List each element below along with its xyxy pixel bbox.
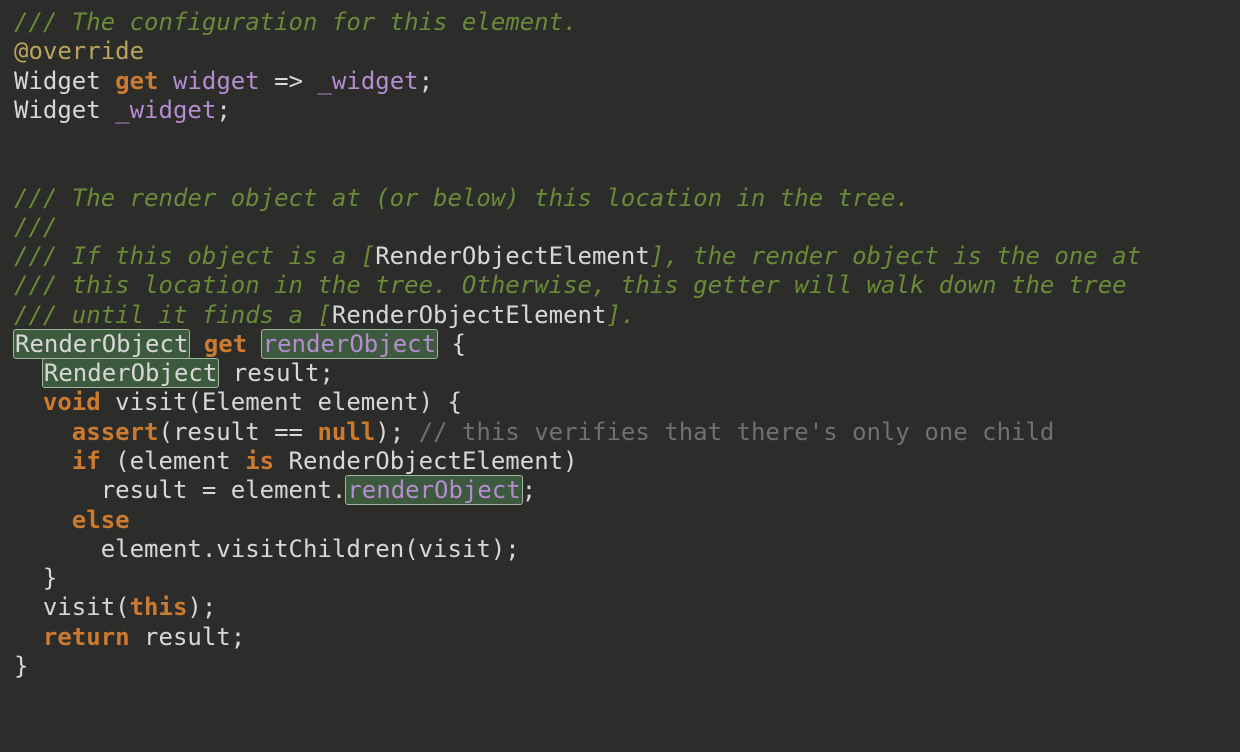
code-line: element.visitChildren(visit); [14,535,520,563]
close-brace-inner: } [14,564,57,592]
code-line: /// [14,213,57,241]
type-widget: Widget [14,67,115,95]
semicolon: ; [216,96,230,124]
type-widget: Widget [14,96,115,124]
keyword-return: return [43,623,130,651]
doc-comment: /// The render object at (or below) this… [14,184,910,212]
property-renderobject-highlight: renderObject [346,476,521,504]
type-renderobject-highlight: RenderObject [14,330,189,358]
keyword-this: this [130,593,188,621]
field-widget: _widget [115,96,216,124]
code-line: RenderObject get renderObject { [14,330,466,358]
doc-comment: ], the render object is the one at [650,242,1141,270]
doc-comment: /// [14,213,57,241]
code-line: assert(result == null); // this verifies… [14,418,1054,446]
code-line: } [14,652,28,680]
arrow: => [260,67,318,95]
open-brace: { [437,330,466,358]
doc-comment: /// If this object is a [ [14,242,375,270]
code-line: } [14,564,57,592]
doc-comment: ]. [606,301,635,329]
return-rest: result; [130,623,246,651]
getter-name-widget: widget [173,67,260,95]
code-line: /// this location in the tree. Otherwise… [14,271,1127,299]
code-line: /// The render object at (or below) this… [14,184,910,212]
keyword-else: else [72,506,130,534]
keyword-get: get [204,330,247,358]
semicolon: ; [419,67,433,95]
function-visit-decl: visit(Element element) { [101,388,462,416]
code-line: result = element.renderObject; [14,476,536,504]
semicolon: ; [522,476,536,504]
keyword-null: null [317,418,375,446]
keyword-get: get [115,67,158,95]
code-line: /// The configuration for this element. [14,8,578,36]
doc-comment: /// until it finds a [ [14,301,332,329]
keyword-if: if [72,447,101,475]
keyword-void: void [43,388,101,416]
type-renderobject-highlight: RenderObject [43,359,218,387]
code-line: if (element is RenderObjectElement) [14,447,578,475]
doc-comment: /// The configuration for this element. [14,8,578,36]
assert-close: ); [375,418,418,446]
call-close: ); [187,593,216,621]
getter-name-renderobject-highlight: renderObject [262,330,437,358]
annotation-at: @ [14,37,28,65]
doc-ref-renderobjectelement: RenderObjectElement [332,301,607,329]
local-result: result; [218,359,334,387]
code-line: Widget get widget => _widget; [14,67,433,95]
code-line: /// until it finds a [RenderObjectElemen… [14,301,635,329]
code-line: /// If this object is a [RenderObjectEle… [14,242,1141,270]
else-body: element.visitChildren(visit); [101,535,520,563]
keyword-assert: assert [72,418,159,446]
code-line: visit(this); [14,593,216,621]
code-line: void visit(Element element) { [14,388,462,416]
annotation-override: override [28,37,144,65]
call-visit: visit( [43,593,130,621]
assign-lhs: result = element. [101,476,347,504]
code-editor[interactable]: /// The configuration for this element. … [0,0,1240,689]
code-line: Widget _widget; [14,96,231,124]
keyword-is: is [245,447,274,475]
code-line: RenderObject result; [14,359,334,387]
code-line: return result; [14,623,245,651]
if-rest: RenderObjectElement) [274,447,577,475]
line-comment: // this verifies that there's only one c… [419,418,1055,446]
doc-comment: /// this location in the tree. Otherwise… [14,271,1127,299]
close-brace-outer: } [14,652,28,680]
assert-expr: (result == [159,418,318,446]
code-line: else [14,506,130,534]
code-line: @override [14,37,144,65]
field-widget: _widget [317,67,418,95]
doc-ref-renderobjectelement: RenderObjectElement [375,242,650,270]
